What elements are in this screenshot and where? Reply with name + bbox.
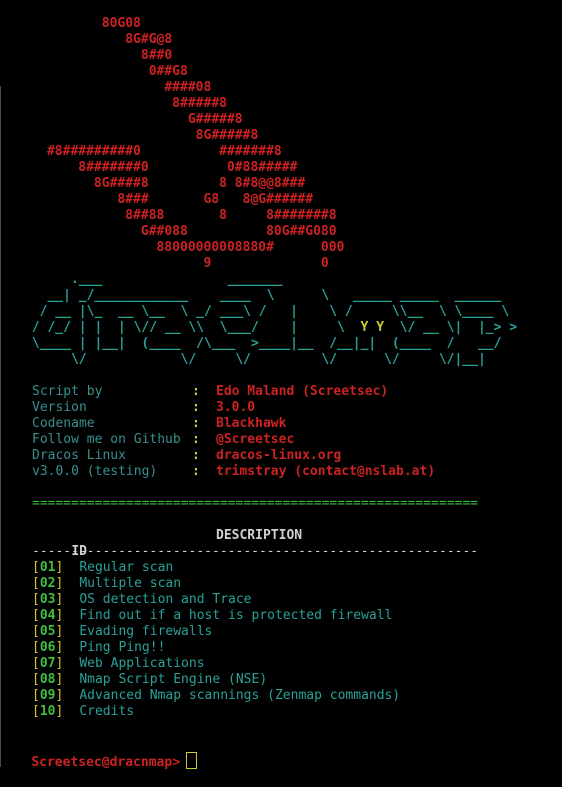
info-row: Version: 3.0.0 xyxy=(32,400,435,416)
menu-item-web-applications: [07] Web Applications xyxy=(32,656,205,671)
command-prompt[interactable]: Screetsec@dracnmap> xyxy=(0,736,198,770)
logo-line: __| _/____________ ____ \ \ _____ _____ … xyxy=(24,288,502,303)
dash-divider: ----------------------------------------… xyxy=(32,544,479,559)
info-colon: : xyxy=(192,448,200,463)
menu-item-id: 10 xyxy=(39,704,56,719)
logo-line-highlight: Y Y xyxy=(360,320,385,335)
menu-item-label: OS detection and Trace xyxy=(79,592,252,607)
menu-item-label: Advanced Nmap scannings (Zenmap commands… xyxy=(79,688,401,703)
info-key: Follow me on Github xyxy=(32,432,181,447)
logo-line: / __ |\_ __ \__ \ _/ ___\ / | \ / \\__ \… xyxy=(24,304,510,319)
info-block: Script by: Edo Maland (Screetsec) Version… xyxy=(32,384,435,480)
terminal-window[interactable]: 80G08 8G#G@8 8##0 0##G8 ####08 8#####8 G… xyxy=(0,0,562,770)
info-value: Edo Maland (Screetsec) xyxy=(216,384,389,399)
menu-item-id: 07 xyxy=(39,656,56,671)
info-value: 3.0.0 xyxy=(216,400,256,415)
menu-item-regular-scan: [01] Regular scan xyxy=(32,560,174,575)
logo-line: .___ _______ xyxy=(24,272,283,287)
info-row: Script by: Edo Maland (Screetsec) xyxy=(32,384,435,400)
menu-item-id: 04 xyxy=(39,608,56,623)
menu-item-firewall-check: [04] Find out if a host is protected fire… xyxy=(32,608,393,623)
logo-line: \____ | |__| (____ /\___ >____|__ /__|_|… xyxy=(24,336,502,351)
menu-list: [01] Regular scan [02] Multiple scan [03] O… xyxy=(32,560,400,720)
menu-item-os-detection: [03] OS detection and Trace xyxy=(32,592,252,607)
menu-item-id: 09 xyxy=(39,688,56,703)
info-row: Codename: Blackhawk xyxy=(32,416,435,432)
separator-line: ========================================… xyxy=(32,496,479,511)
info-key: Script by xyxy=(32,384,103,399)
menu-item-ping: [06] Ping Ping!! xyxy=(32,640,166,655)
menu-item-label: Regular scan xyxy=(79,560,174,575)
header-description: DESCRIPTION xyxy=(216,528,303,543)
menu-item-advanced-scannings: [09] Advanced Nmap scannings (Zenmap comm… xyxy=(32,688,401,703)
info-key: Codename xyxy=(32,416,95,431)
menu-item-label: Nmap Script Engine (NSE) xyxy=(79,672,268,687)
menu-item-multiple-scan: [02] Multiple scan xyxy=(32,576,182,591)
menu-item-label: Web Applications xyxy=(79,656,205,671)
info-colon: : xyxy=(192,464,200,479)
menu-item-label: Find out if a host is protected firewall xyxy=(79,608,393,623)
menu-item-label: Multiple scan xyxy=(79,576,182,591)
info-colon: : xyxy=(192,432,200,447)
info-key: v3.0.0 (testing) xyxy=(32,464,158,479)
menu-item-label: Credits xyxy=(79,704,135,719)
banner-ascii-art: 80G08 8G#G@8 8##0 0##G8 ####08 8#####8 G… xyxy=(46,16,345,271)
info-colon: : xyxy=(192,384,200,399)
prompt-text: Screetsec@dracnmap> xyxy=(31,755,181,770)
info-value: trimstray (contact@nslab.at) xyxy=(216,464,436,479)
menu-item-credits: [10] Credits xyxy=(32,704,135,719)
info-value: Blackhawk xyxy=(216,416,287,431)
info-row: Dracos Linux: dracos-linux.org xyxy=(32,448,435,464)
menu-item-evading-firewalls: [05] Evading firewalls xyxy=(32,624,213,639)
logo-line: \/ __ \| |_> > xyxy=(384,320,518,335)
logo-line: / /_/ | | | \// __ \\ \___/ | \ xyxy=(24,320,361,335)
menu-item-id: 05 xyxy=(39,624,56,639)
info-value: dracos-linux.org xyxy=(216,448,342,463)
menu-item-nse: [08] Nmap Script Engine (NSE) xyxy=(32,672,268,687)
menu-item-id: 06 xyxy=(39,640,56,655)
menu-item-label: Ping Ping!! xyxy=(79,640,166,655)
menu-item-id: 02 xyxy=(39,576,56,591)
menu-item-label: Evading firewalls xyxy=(79,624,213,639)
info-colon: : xyxy=(192,400,200,415)
text-cursor[interactable] xyxy=(186,752,198,769)
logo-line: \/ \/ \/ \/ \/ \/|__| xyxy=(24,352,486,367)
dracnmap-logo-ascii: .___ _______ __| _/____________ ____ \ \… xyxy=(24,272,517,368)
info-row: v3.0.0 (testing): trimstray (contact@nsla… xyxy=(32,464,435,480)
info-key: Dracos Linux xyxy=(32,448,126,463)
menu-item-id: 03 xyxy=(39,592,56,607)
info-value: @Screetsec xyxy=(216,432,295,447)
info-row: Follow me on Github: @Screetsec xyxy=(32,432,435,448)
menu-item-id: 08 xyxy=(39,672,56,687)
info-key: Version xyxy=(32,400,87,415)
menu-item-id: 01 xyxy=(39,560,56,575)
info-colon: : xyxy=(192,416,200,431)
